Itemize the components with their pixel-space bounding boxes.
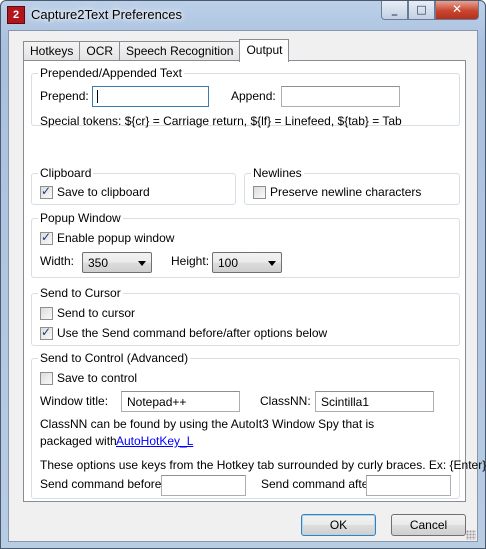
chevron-down-icon: [138, 261, 146, 266]
send-after-label: Send command after:: [261, 477, 376, 491]
window-title: Capture2Text Preferences: [31, 7, 183, 22]
send-to-cursor-group: Send to Cursor Send to cursor Use the Se…: [31, 286, 460, 346]
group-title: Prepended/Appended Text: [38, 66, 184, 80]
clipboard-group: Clipboard Save to clipboard: [31, 166, 236, 205]
close-button[interactable]: ✕: [435, 1, 479, 20]
prepend-append-group: Prepended/Appended Text Prepend: Append:…: [31, 66, 460, 128]
send-after-input[interactable]: [366, 475, 451, 496]
group-title: Newlines: [251, 166, 304, 180]
prepend-label: Prepend:: [40, 89, 89, 103]
group-title: Send to Cursor: [38, 286, 123, 300]
preserve-newlines-checkbox[interactable]: Preserve newline characters: [253, 185, 421, 199]
group-title: Send to Control (Advanced): [38, 351, 191, 365]
tab-output[interactable]: Output: [239, 39, 290, 62]
app-icon: 2: [7, 6, 25, 24]
chevron-down-icon: [268, 261, 276, 266]
dialog-client-area: Hotkeys OCR Speech Recognition Output Pr…: [8, 30, 486, 542]
checkbox-box[interactable]: [40, 306, 53, 320]
ok-button[interactable]: OK: [301, 514, 376, 536]
append-label: Append:: [231, 89, 276, 103]
classnn-info-text: ClassNN can be found by using the AutoIt…: [40, 417, 375, 431]
special-tokens-text: Special tokens: ${cr} = Carriage return,…: [40, 114, 402, 128]
hotkey-info-text: These options use keys from the Hotkey t…: [40, 458, 486, 472]
checkbox-box[interactable]: [40, 371, 53, 385]
title-bar[interactable]: 2 Capture2Text Preferences _ □ ✕: [1, 1, 485, 29]
enable-popup-checkbox[interactable]: Enable popup window: [40, 230, 174, 245]
classnn-input[interactable]: Scintilla1: [315, 391, 434, 412]
preferences-window: 2 Capture2Text Preferences _ □ ✕ Hotkeys…: [0, 0, 486, 549]
save-to-control-checkbox[interactable]: Save to control: [40, 371, 137, 385]
send-to-cursor-checkbox[interactable]: Send to cursor: [40, 306, 135, 320]
send-to-control-group: Send to Control (Advanced) Save to contr…: [31, 351, 486, 499]
group-title: Popup Window: [38, 211, 123, 225]
resize-grip-icon[interactable]: [466, 530, 476, 540]
width-label: Width:: [40, 254, 75, 268]
tab-ocr[interactable]: OCR: [79, 41, 121, 61]
minimize-button[interactable]: _: [381, 1, 408, 20]
caption-buttons: _ □ ✕: [381, 1, 479, 21]
window-title-input[interactable]: Notepad++: [121, 391, 240, 412]
maximize-button[interactable]: □: [408, 1, 435, 20]
prepend-input[interactable]: [92, 86, 209, 107]
use-send-command-checkbox[interactable]: Use the Send command before/after option…: [40, 325, 327, 340]
send-before-input[interactable]: [161, 475, 246, 496]
cancel-button[interactable]: Cancel: [391, 514, 466, 536]
text-caret: [97, 90, 98, 103]
output-tab-panel: Prepended/Appended Text Prepend: Append:…: [23, 60, 486, 502]
tab-hotkeys[interactable]: Hotkeys: [23, 41, 81, 61]
tab-strip: Hotkeys OCR Speech Recognition Output: [23, 39, 290, 62]
packaged-with-text: packaged with: [40, 434, 117, 448]
group-title: Clipboard: [38, 166, 94, 180]
send-before-label: Send command before:: [40, 477, 165, 491]
height-label: Height:: [171, 254, 210, 268]
checkbox-box[interactable]: [40, 230, 53, 245]
tab-speech-recognition[interactable]: Speech Recognition: [119, 41, 241, 61]
save-to-clipboard-checkbox[interactable]: Save to clipboard: [40, 184, 150, 199]
popup-window-group: Popup Window Enable popup window Width: …: [31, 211, 460, 278]
newlines-group: Newlines Preserve newline characters: [244, 166, 460, 205]
classnn-label: ClassNN:: [260, 394, 311, 408]
checkbox-box[interactable]: [253, 185, 266, 199]
checkbox-box[interactable]: [40, 325, 53, 340]
checkbox-box[interactable]: [40, 184, 53, 199]
width-dropdown[interactable]: 350: [82, 252, 152, 273]
height-dropdown[interactable]: 100: [212, 252, 282, 273]
autohotkey-link[interactable]: AutoHotKey_L: [116, 434, 193, 448]
window-title-label: Window title:: [40, 394, 109, 408]
append-input[interactable]: [281, 86, 400, 107]
